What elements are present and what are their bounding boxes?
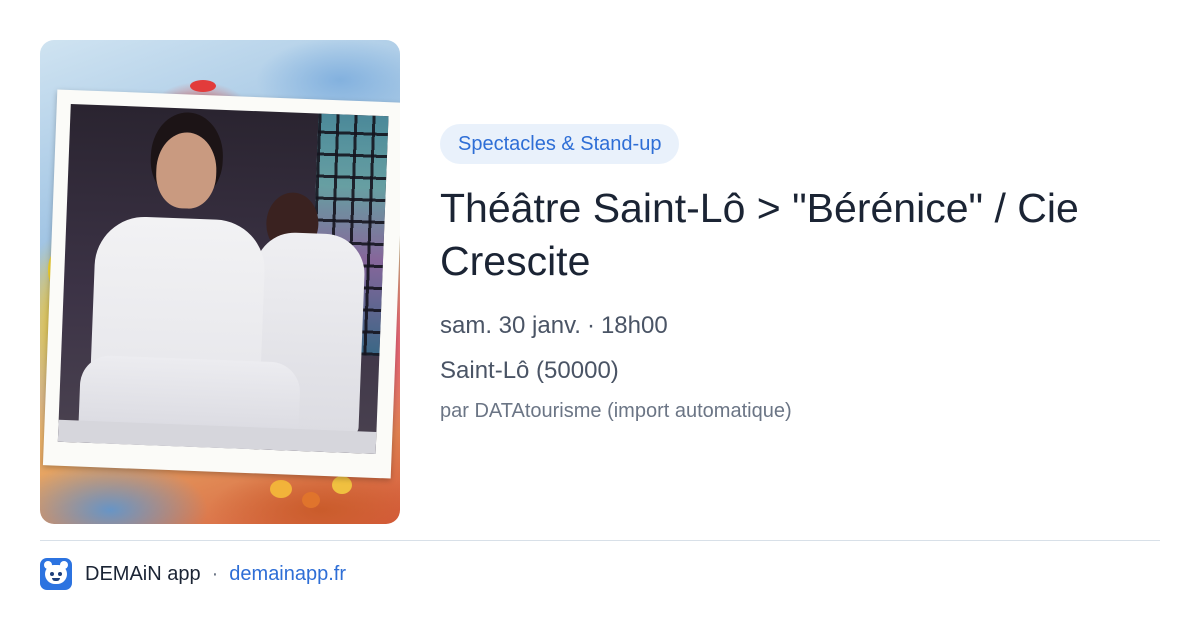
bear-face-icon[interactable]	[40, 558, 72, 590]
polaroid-frame	[42, 89, 400, 479]
event-title[interactable]: Théâtre Saint-Lô > "Bérénice" / Cie Cres…	[440, 182, 1160, 288]
event-source: par DATAtourisme (import automatique)	[440, 400, 792, 422]
event-date: sam. 30 janv.	[440, 312, 581, 339]
app-domain-link[interactable]: demainapp.fr	[229, 563, 346, 586]
footer-divider	[40, 540, 1160, 541]
stage-photo	[57, 103, 389, 454]
datetime-separator: ·	[586, 312, 595, 339]
event-datetime: sam. 30 janv. · 18h00	[440, 312, 668, 340]
footer: DEMAiN app · demainapp.fr	[40, 558, 346, 590]
app-name[interactable]: DEMAiN app	[85, 563, 201, 586]
painting-speck	[332, 476, 352, 494]
event-location: Saint-Lô (50000)	[440, 357, 619, 384]
painting-speck	[270, 480, 292, 498]
share-card: Spectacles & Stand-up Théâtre Saint-Lô >…	[0, 0, 1200, 630]
footer-separator: ·	[211, 562, 219, 585]
bear-face	[45, 565, 67, 584]
event-cover-image[interactable]	[40, 40, 400, 524]
bear-eye-left	[50, 572, 54, 576]
actor-head	[154, 131, 218, 210]
category-badge[interactable]: Spectacles & Stand-up	[440, 124, 680, 164]
event-time: 18h00	[600, 312, 668, 339]
painting-speck	[190, 80, 216, 92]
bear-eye-right	[58, 572, 62, 576]
painting-speck	[302, 492, 320, 508]
